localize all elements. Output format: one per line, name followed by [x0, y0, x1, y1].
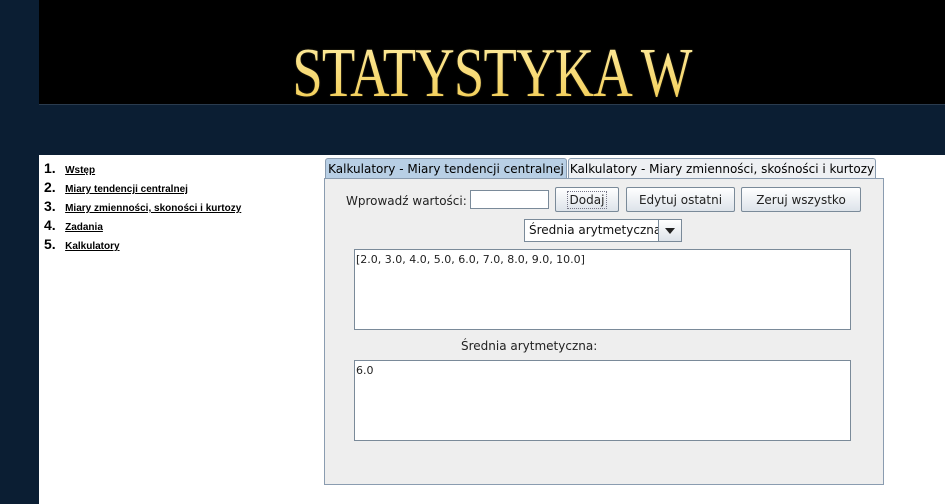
tab-miary-zmiennosci[interactable]: Kalkulatory - Miary zmienności, skośnośc…: [568, 158, 876, 179]
nav-item-number: 4.: [44, 217, 56, 233]
nav-link-kalkulatory[interactable]: Kalkulatory: [65, 241, 119, 252]
chevron-down-icon[interactable]: [658, 220, 681, 241]
nav-item-number: 5.: [44, 236, 56, 252]
result-textarea[interactable]: 6.0: [354, 360, 851, 441]
measure-select[interactable]: Średnia arytmetyczna: [524, 219, 682, 242]
main-content: 1. Wstęp 2. Miary tendencji centralnej 3…: [39, 155, 945, 504]
page: STATYSTYKA W PEDAGOGICE 1. Wstęp 2. Miar…: [0, 0, 945, 504]
nav-item-wstep: 1. Wstęp: [44, 158, 241, 177]
nav-link-miary-tendencji[interactable]: Miary tendencji centralnej: [65, 184, 188, 195]
values-input[interactable]: [470, 190, 549, 209]
calculator-panel: Wprowadź wartości: Dodaj Edytuj ostatni …: [324, 178, 884, 485]
input-label: Wprowadź wartości:: [346, 194, 467, 208]
header-band: [39, 105, 945, 155]
nav-link-zadania[interactable]: Zadania: [65, 222, 103, 233]
values-textarea[interactable]: [2.0, 3.0, 4.0, 5.0, 6.0, 7.0, 8.0, 9.0,…: [354, 249, 851, 330]
nav-item-kalkulatory: 5. Kalkulatory: [44, 234, 241, 253]
nav-item-tendencja: 2. Miary tendencji centralnej: [44, 177, 241, 196]
nav-item-zmiennosc: 3. Miary zmienności, skoności i kurtozy: [44, 196, 241, 215]
nav-item-number: 3.: [44, 198, 56, 214]
measure-select-value: Średnia arytmetyczna: [529, 223, 662, 237]
result-label: Średnia arytmetyczna:: [461, 339, 598, 353]
nav-link-wstep[interactable]: Wstęp: [65, 165, 95, 176]
header-banner: STATYSTYKA W PEDAGOGICE: [39, 0, 945, 192]
tab-miary-tendencji[interactable]: Kalkulatory - Miary tendencji centralnej: [325, 158, 567, 180]
add-button-label: Dodaj: [566, 190, 608, 209]
add-button[interactable]: Dodaj: [555, 187, 619, 212]
nav-item-number: 1.: [44, 160, 56, 176]
reset-all-button[interactable]: Zeruj wszystko: [741, 187, 861, 212]
nav-item-number: 2.: [44, 179, 56, 195]
sidebar-nav: 1. Wstęp 2. Miary tendencji centralnej 3…: [44, 158, 241, 253]
nav-item-zadania: 4. Zadania: [44, 215, 241, 234]
nav-link-miary-zmiennosci[interactable]: Miary zmienności, skoności i kurtozy: [65, 203, 241, 214]
left-strip: [0, 0, 39, 504]
edit-last-button[interactable]: Edytuj ostatni: [626, 187, 735, 212]
